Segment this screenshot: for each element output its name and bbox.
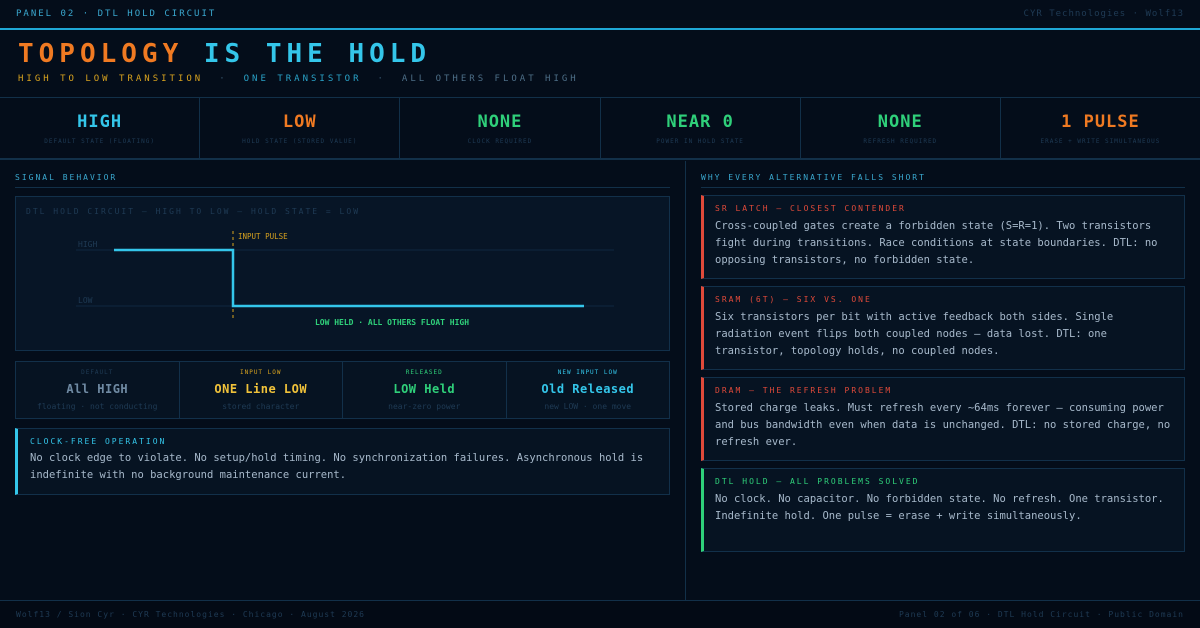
signal-chart-svg: HIGH LOW INPUT PULSE LOW HELD · ALL OTHE… — [76, 231, 614, 327]
level-label-low: LOW — [78, 296, 93, 305]
state-tile: INPUT LOW ONE Line LOW stored character — [180, 362, 343, 418]
stat-label: HOLD STATE (STORED VALUE) — [242, 137, 358, 145]
alternative-card-sr-latch: SR LATCH — CLOSEST CONTENDER Cross-coupl… — [701, 195, 1185, 279]
alternative-card-dtl-hold: DTL HOLD — ALL PROBLEMS SOLVED No clock.… — [701, 468, 1185, 552]
state-value: LOW Held — [393, 382, 456, 396]
state-sub: stored character — [222, 402, 300, 411]
stat-tile: 1 PULSE ERASE + WRITE SIMULTANEOUS — [1001, 98, 1200, 158]
footer-credit: Wolf13 / Sion Cyr · CYR Technologies · C… — [16, 610, 365, 619]
stat-tile: LOW HOLD STATE (STORED VALUE) — [200, 98, 401, 158]
clock-free-callout: CLOCK-FREE OPERATION No clock edge to vi… — [15, 428, 670, 495]
state-value: Old Released — [541, 382, 635, 396]
state-sequence: DEFAULT All HIGH floating · not conducti… — [15, 361, 670, 419]
card-title: SRAM (6T) — SIX VS. ONE — [715, 295, 872, 304]
low-held-label: LOW HELD · ALL OTHERS FLOAT HIGH — [315, 318, 469, 327]
callout-body: No clock edge to violate. No setup/hold … — [30, 452, 644, 481]
stat-value: LOW — [282, 111, 317, 132]
stat-value: 1 PULSE — [1061, 111, 1140, 132]
subtitle-separator: · — [219, 74, 228, 84]
stat-value: NONE — [877, 111, 923, 132]
card-title: DRAM — THE REFRESH PROBLEM — [715, 386, 893, 395]
alternative-card-sram: SRAM (6T) — SIX VS. ONE Six transistors … — [701, 286, 1185, 370]
state-tile: DEFAULT All HIGH floating · not conducti… — [16, 362, 180, 418]
footer: Wolf13 / Sion Cyr · CYR Technologies · C… — [0, 600, 1200, 628]
subtitle: HIGH TO LOW TRANSITION · ONE TRANSISTOR … — [18, 74, 579, 84]
state-label: DEFAULT — [81, 369, 114, 376]
alternatives-section-title: WHY EVERY ALTERNATIVE FALLS SHORT — [701, 173, 926, 182]
stat-tile: NONE REFRESH REQUIRED — [801, 98, 1001, 158]
stat-tile: NEAR 0 POWER IN HOLD STATE — [601, 98, 801, 158]
stat-value: NONE — [477, 111, 523, 132]
level-label-high: HIGH — [78, 240, 97, 249]
card-body: Six transistors per bit with active feed… — [715, 311, 1114, 357]
input-pulse-label: INPUT PULSE — [238, 232, 288, 241]
footer-panel-info: Panel 02 of 06 · DTL Hold Circuit · Publ… — [898, 610, 1184, 619]
card-title: DTL HOLD — ALL PROBLEMS SOLVED — [715, 477, 920, 486]
card-body: Cross-coupled gates create a forbidden s… — [715, 220, 1158, 266]
stat-label: ERASE + WRITE SIMULTANEOUS — [1040, 137, 1161, 145]
state-label: INPUT LOW — [239, 369, 282, 376]
subtitle-separator: · — [377, 74, 386, 84]
signal-section-title: SIGNAL BEHAVIOR — [15, 173, 118, 182]
stat-tile: NONE CLOCK REQUIRED — [400, 98, 601, 158]
callout-title: CLOCK-FREE OPERATION — [30, 437, 167, 446]
state-value: All HIGH — [66, 382, 129, 396]
stat-value: NEAR 0 — [666, 111, 734, 132]
title-part-1: TOPOLOGY — [18, 39, 184, 69]
subtitle-part-3: ALL OTHERS FLOAT HIGH — [401, 74, 579, 84]
stat-label: POWER IN HOLD STATE — [656, 137, 744, 145]
signal-chart: DTL HOLD CIRCUIT — HIGH TO LOW — HOLD ST… — [15, 196, 670, 351]
brand-label: CYR Technologies · Wolf13 — [1023, 9, 1184, 19]
state-value: ONE Line LOW — [214, 382, 308, 396]
card-body: No clock. No capacitor. No forbidden sta… — [715, 493, 1164, 522]
state-sub: near-zero power — [388, 402, 461, 411]
top-bar: PANEL 02 · DTL HOLD CIRCUIT CYR Technolo… — [0, 0, 1200, 30]
subtitle-part-1: HIGH TO LOW TRANSITION — [18, 74, 204, 84]
state-tile: RELEASED LOW Held near-zero power — [343, 362, 507, 418]
stat-label: CLOCK REQUIRED — [467, 137, 533, 145]
alternative-card-dram: DRAM — THE REFRESH PROBLEM Stored charge… — [701, 377, 1185, 461]
title-part-2: IS THE HOLD — [203, 39, 432, 69]
column-divider — [685, 161, 686, 600]
stat-label: DEFAULT STATE (FLOATING) — [44, 137, 155, 145]
card-title: SR LATCH — CLOSEST CONTENDER — [715, 204, 906, 213]
card-body: Stored charge leaks. Must refresh every … — [715, 402, 1171, 448]
section-divider — [701, 187, 1185, 188]
page-title: TOPOLOGY IS THE HOLD — [18, 38, 579, 70]
stat-label: REFRESH REQUIRED — [863, 137, 938, 145]
state-sub: new LOW · one move — [544, 402, 632, 411]
section-divider — [15, 187, 670, 188]
stat-value: HIGH — [77, 111, 123, 132]
signal-line — [114, 248, 584, 308]
state-sub: floating · not conducting — [37, 402, 158, 411]
subtitle-part-2: ONE TRANSISTOR — [243, 74, 362, 84]
state-label: NEW INPUT LOW — [557, 369, 618, 376]
panel-label: PANEL 02 · DTL HOLD CIRCUIT — [16, 9, 217, 19]
title-block: TOPOLOGY IS THE HOLD HIGH TO LOW TRANSIT… — [18, 38, 579, 84]
state-tile: NEW INPUT LOW Old Released new LOW · one… — [507, 362, 670, 418]
state-label: RELEASED — [405, 369, 443, 376]
stat-tile: HIGH DEFAULT STATE (FLOATING) — [0, 98, 201, 158]
stats-strip: HIGH DEFAULT STATE (FLOATING) LOW HOLD S… — [0, 97, 1200, 160]
